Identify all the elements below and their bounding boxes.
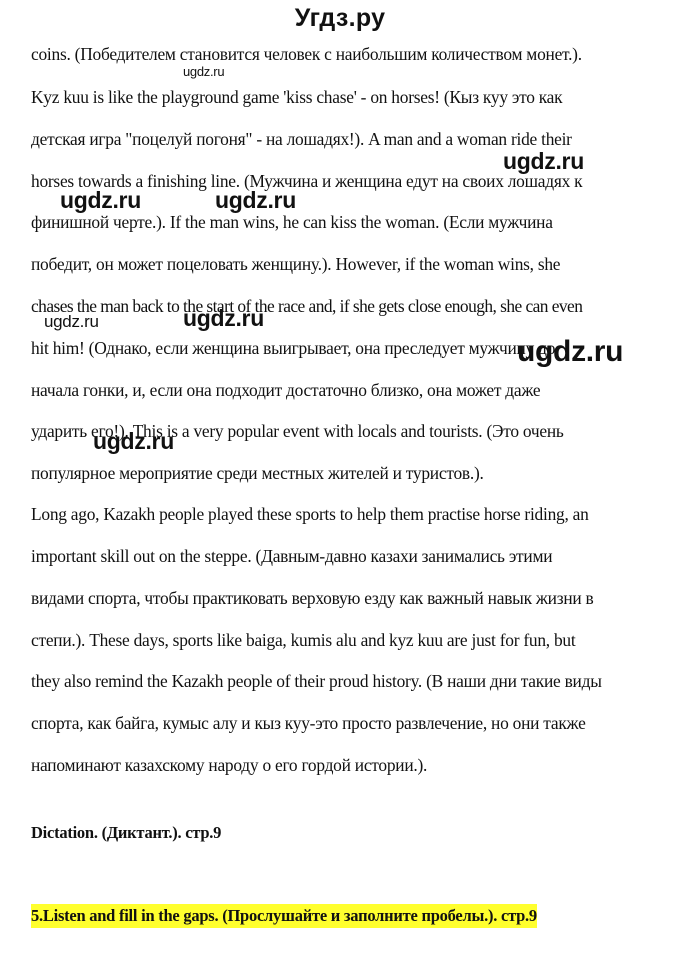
site-title[interactable]: Угдз.ру <box>0 4 680 33</box>
watermark: ugdz.ru <box>183 64 225 79</box>
exercise-heading: 5.Listen and fill in the gaps. (Прослуша… <box>31 904 537 928</box>
text-line: important skill out on the steppe. (Давн… <box>31 546 553 566</box>
text-line: chases the man back to the start of the … <box>31 296 583 316</box>
text-line: видами спорта, чтобы практиковать верхов… <box>31 588 594 608</box>
text-line: спорта, как байга, кумыс алу и кыз куу-э… <box>31 713 586 733</box>
watermark: ugdz.ru <box>93 428 174 454</box>
exercise-heading-text: 5.Listen and fill in the gaps. (Прослуша… <box>31 904 537 928</box>
text-line: финишной черте.). If the man wins, he ca… <box>31 212 553 232</box>
watermark: ugdz.ru <box>517 335 624 368</box>
text-line: детская игра "поцелуй погоня" - на лошад… <box>31 129 572 149</box>
text-line: степи.). These days, sports like baiga, … <box>31 630 576 650</box>
watermark: ugdz.ru <box>503 148 584 174</box>
dictation-heading: Dictation. (Диктант.). стр.9 <box>31 823 222 842</box>
watermark: ugdz.ru <box>44 312 99 331</box>
text-line: Kyz kuu is like the playground game 'kis… <box>31 87 563 107</box>
text-line: hit him! (Однако, если женщина выигрывае… <box>31 338 556 358</box>
text-line: популярное мероприятие среди местных жит… <box>31 463 484 483</box>
text-line: coins. (Победителем становится человек с… <box>31 44 582 64</box>
text-line: напоминают казахскому народу о его гордо… <box>31 755 428 775</box>
text-line: победит, он может поцеловать женщину.). … <box>31 254 561 274</box>
text-line: they also remind the Kazakh people of th… <box>31 671 602 691</box>
watermark: ugdz.ru <box>60 187 141 213</box>
watermark: ugdz.ru <box>215 187 296 213</box>
watermark: ugdz.ru <box>183 305 264 331</box>
text-line: Long ago, Kazakh people played these spo… <box>31 504 589 524</box>
text-line: начала гонки, и, если она подходит доста… <box>31 380 541 400</box>
